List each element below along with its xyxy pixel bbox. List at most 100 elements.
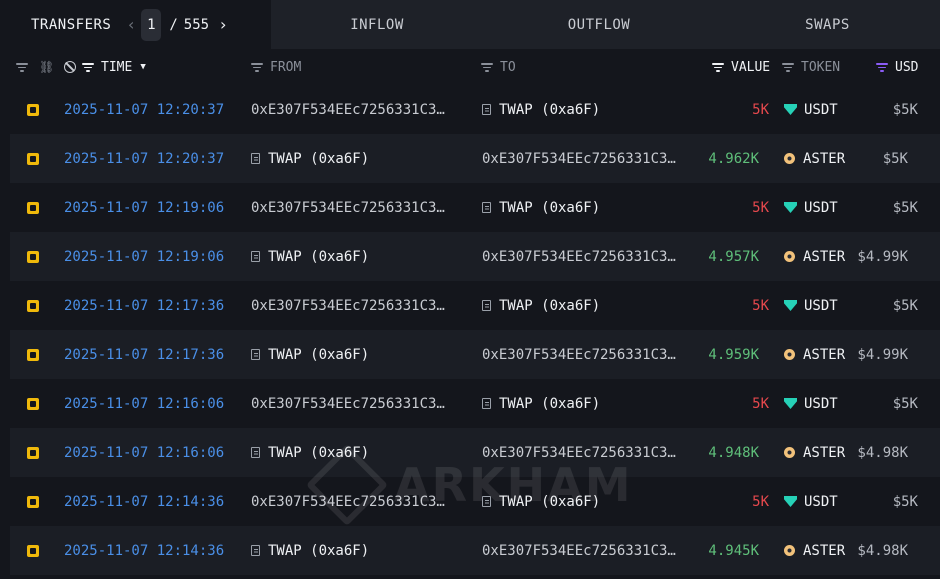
filter-icon[interactable]: [251, 62, 263, 72]
table-row[interactable]: 2025-11-07 12:14:36 TWAP (0xa6F) 0xE307F53…: [10, 526, 940, 575]
from-cell[interactable]: TWAP (0xa6F): [251, 526, 369, 575]
table-row[interactable]: 2025-11-07 12:19:06 0xE307F534EEc7256331C…: [0, 183, 940, 232]
to-address[interactable]: TWAP (0xa6F): [499, 494, 600, 510]
table-row[interactable]: 2025-11-07 12:16:06 0xE307F534EEc7256331C…: [0, 379, 940, 428]
time-link[interactable]: 2025-11-07 12:16:06: [64, 396, 224, 412]
from-address[interactable]: TWAP (0xa6F): [268, 151, 369, 167]
filter-icon[interactable]: [876, 62, 888, 72]
time-cell[interactable]: 2025-11-07 12:19:06: [64, 232, 224, 281]
to-column-header[interactable]: TO: [481, 49, 516, 85]
time-link[interactable]: 2025-11-07 12:14:36: [64, 494, 224, 510]
time-cell[interactable]: 2025-11-07 12:19:06: [64, 183, 224, 232]
time-link[interactable]: 2025-11-07 12:14:36: [64, 543, 224, 559]
time-link[interactable]: 2025-11-07 12:20:37: [64, 102, 224, 118]
time-cell[interactable]: 2025-11-07 12:20:37: [64, 85, 224, 134]
token-name[interactable]: USDT: [804, 494, 838, 510]
from-address[interactable]: TWAP (0xa6F): [268, 445, 369, 461]
from-cell[interactable]: 0xE307F534EEc7256331C3…: [251, 379, 445, 428]
time-cell[interactable]: 2025-11-07 12:14:36: [64, 526, 224, 575]
token-column-header[interactable]: TOKEN: [782, 49, 840, 85]
time-cell[interactable]: 2025-11-07 12:16:06: [64, 379, 224, 428]
from-cell[interactable]: 0xE307F534EEc7256331C3…: [251, 281, 445, 330]
to-cell[interactable]: TWAP (0xa6F): [482, 379, 600, 428]
token-cell[interactable]: ASTER: [784, 428, 845, 477]
from-address[interactable]: 0xE307F534EEc7256331C3…: [251, 494, 445, 510]
to-address[interactable]: 0xE307F534EEc7256331C3…: [482, 151, 676, 167]
table-row[interactable]: 2025-11-07 12:14:36 0xE307F534EEc7256331C…: [0, 477, 940, 526]
value-column-header[interactable]: VALUE: [712, 49, 770, 85]
tab-inflow[interactable]: INFLOW: [271, 0, 483, 49]
token-cell[interactable]: USDT: [784, 281, 838, 330]
token-name[interactable]: ASTER: [803, 249, 845, 265]
tab-swaps[interactable]: SWAPS: [715, 0, 940, 49]
token-name[interactable]: USDT: [804, 102, 838, 118]
to-address[interactable]: 0xE307F534EEc7256331C3…: [482, 445, 676, 461]
time-cell[interactable]: 2025-11-07 12:14:36: [64, 477, 224, 526]
to-address[interactable]: TWAP (0xa6F): [499, 102, 600, 118]
to-cell[interactable]: 0xE307F534EEc7256331C3…: [482, 526, 676, 575]
time-link[interactable]: 2025-11-07 12:20:37: [64, 151, 224, 167]
from-cell[interactable]: TWAP (0xa6F): [251, 428, 369, 477]
to-cell[interactable]: 0xE307F534EEc7256331C3…: [482, 330, 676, 379]
to-cell[interactable]: TWAP (0xa6F): [482, 85, 600, 134]
hide-icon[interactable]: [64, 61, 76, 73]
filter-icon[interactable]: [82, 62, 94, 72]
token-name[interactable]: USDT: [804, 200, 838, 216]
time-link[interactable]: 2025-11-07 12:19:06: [64, 249, 224, 265]
token-cell[interactable]: ASTER: [784, 134, 845, 183]
to-cell[interactable]: 0xE307F534EEc7256331C3…: [482, 232, 676, 281]
to-cell[interactable]: TWAP (0xa6F): [482, 183, 600, 232]
filter-icon[interactable]: [16, 62, 28, 72]
link-icon[interactable]: ⛓: [39, 60, 54, 74]
from-cell[interactable]: 0xE307F534EEc7256331C3…: [251, 477, 445, 526]
time-link[interactable]: 2025-11-07 12:19:06: [64, 200, 224, 216]
token-name[interactable]: ASTER: [803, 543, 845, 559]
chevron-left-icon[interactable]: ‹: [123, 15, 139, 34]
token-name[interactable]: USDT: [804, 396, 838, 412]
token-cell[interactable]: USDT: [784, 477, 838, 526]
table-row[interactable]: 2025-11-07 12:19:06 TWAP (0xa6F) 0xE307F53…: [10, 232, 940, 281]
from-address[interactable]: 0xE307F534EEc7256331C3…: [251, 102, 445, 118]
to-address[interactable]: 0xE307F534EEc7256331C3…: [482, 249, 676, 265]
usd-column-header[interactable]: USD: [876, 49, 918, 85]
filter-icon[interactable]: [481, 62, 493, 72]
sort-desc-icon[interactable]: ▼: [140, 62, 145, 72]
to-address[interactable]: 0xE307F534EEc7256331C3…: [482, 543, 676, 559]
token-cell[interactable]: ASTER: [784, 330, 845, 379]
table-row[interactable]: 2025-11-07 12:16:06 TWAP (0xa6F) 0xE307F53…: [10, 428, 940, 477]
from-cell[interactable]: 0xE307F534EEc7256331C3…: [251, 183, 445, 232]
time-cell[interactable]: 2025-11-07 12:17:36: [64, 330, 224, 379]
time-column-header[interactable]: TIME ▼: [64, 49, 146, 85]
time-link[interactable]: 2025-11-07 12:16:06: [64, 445, 224, 461]
time-cell[interactable]: 2025-11-07 12:16:06: [64, 428, 224, 477]
token-name[interactable]: ASTER: [803, 445, 845, 461]
token-name[interactable]: ASTER: [803, 151, 845, 167]
from-address[interactable]: TWAP (0xa6F): [268, 347, 369, 363]
token-name[interactable]: ASTER: [803, 347, 845, 363]
from-cell[interactable]: TWAP (0xa6F): [251, 134, 369, 183]
filter-icon[interactable]: [712, 62, 724, 72]
from-address[interactable]: TWAP (0xa6F): [268, 543, 369, 559]
tab-outflow[interactable]: OUTFLOW: [483, 0, 715, 49]
from-address[interactable]: 0xE307F534EEc7256331C3…: [251, 298, 445, 314]
token-cell[interactable]: USDT: [784, 379, 838, 428]
page-current[interactable]: 1: [141, 8, 162, 41]
to-address[interactable]: TWAP (0xa6F): [499, 396, 600, 412]
from-cell[interactable]: 0xE307F534EEc7256331C3…: [251, 85, 445, 134]
token-cell[interactable]: ASTER: [784, 232, 845, 281]
filter-icon[interactable]: [782, 62, 794, 72]
table-row[interactable]: 2025-11-07 12:17:36 0xE307F534EEc7256331C…: [0, 281, 940, 330]
chain-filter[interactable]: ⛓: [16, 49, 54, 85]
token-name[interactable]: USDT: [804, 298, 838, 314]
to-cell[interactable]: 0xE307F534EEc7256331C3…: [482, 428, 676, 477]
to-cell[interactable]: TWAP (0xa6F): [482, 477, 600, 526]
to-cell[interactable]: TWAP (0xa6F): [482, 281, 600, 330]
tab-transfers[interactable]: TRANSFERS ‹ 1 / 555 ›: [0, 0, 271, 49]
time-cell[interactable]: 2025-11-07 12:17:36: [64, 281, 224, 330]
chevron-right-icon[interactable]: ›: [215, 15, 231, 34]
from-address[interactable]: 0xE307F534EEc7256331C3…: [251, 396, 445, 412]
to-address[interactable]: TWAP (0xa6F): [499, 298, 600, 314]
to-address[interactable]: 0xE307F534EEc7256331C3…: [482, 347, 676, 363]
to-cell[interactable]: 0xE307F534EEc7256331C3…: [482, 134, 676, 183]
from-cell[interactable]: TWAP (0xa6F): [251, 232, 369, 281]
